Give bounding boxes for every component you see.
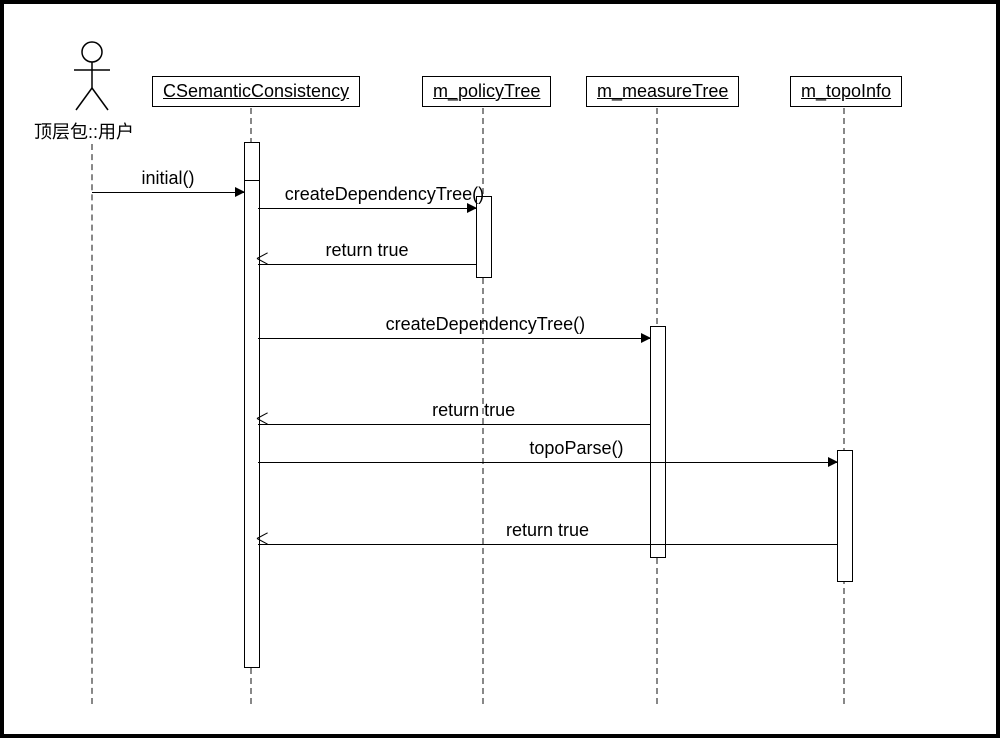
csc-preactivation — [244, 142, 260, 182]
msg-label: createDependencyTree() — [285, 184, 484, 205]
policy-activation — [476, 196, 492, 278]
arrowhead-icon — [235, 187, 245, 197]
actor-user — [72, 40, 112, 112]
msg-label: return true — [325, 240, 408, 261]
msg-label: topoParse() — [529, 438, 623, 459]
actor-icon — [72, 40, 112, 112]
sequence-diagram: 顶层包::用户 CSemanticConsistency m_policyTre… — [0, 0, 1000, 738]
topo-lifeline — [843, 108, 845, 704]
msg-return-topo: return true — [258, 544, 837, 545]
topo-activation — [837, 450, 853, 582]
actor-label: 顶层包::用户 — [34, 118, 134, 144]
msg-label: initial() — [141, 168, 194, 189]
msg-create-measure: createDependencyTree() — [258, 338, 650, 339]
user-lifeline — [91, 144, 93, 704]
arrowhead-icon — [467, 203, 477, 213]
lifeline-policytree: m_policyTree — [422, 76, 551, 107]
lifeline-topoinfo: m_topoInfo — [790, 76, 902, 107]
arrowhead-icon — [828, 457, 838, 467]
msg-label: return true — [432, 400, 515, 421]
lifeline-csemantic: CSemanticConsistency — [152, 76, 360, 107]
msg-label: return true — [506, 520, 589, 541]
msg-return-policy: return true — [258, 264, 476, 265]
msg-initial: initial() — [92, 192, 244, 193]
measure-activation — [650, 326, 666, 558]
msg-label: createDependencyTree() — [386, 314, 585, 335]
msg-return-measure: return true — [258, 424, 650, 425]
msg-topoparse: topoParse() — [258, 462, 837, 463]
lifeline-measuretree: m_measureTree — [586, 76, 739, 107]
arrowhead-icon — [641, 333, 651, 343]
msg-create-policy: createDependencyTree() — [258, 208, 476, 209]
